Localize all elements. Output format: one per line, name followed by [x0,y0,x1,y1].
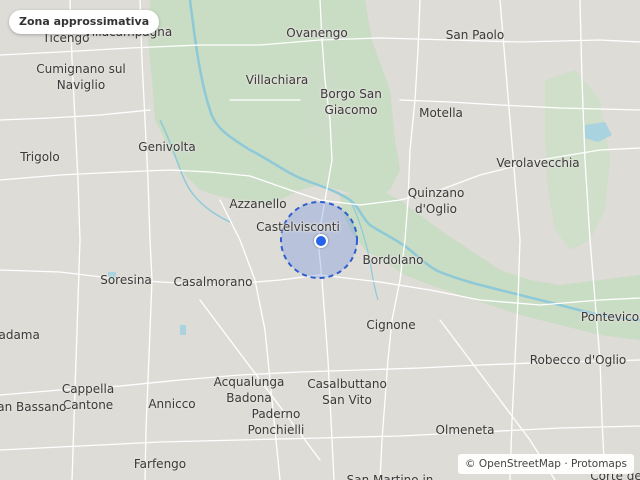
place-label-genivolta: Genivolta [138,140,196,154]
place-label-castelvisconti: Castelvisconti [256,220,340,234]
place-label-san-bassano: San Bassano [0,400,67,414]
place-label-paderno: Paderno Ponchielli [247,407,305,437]
place-label-cappella-cantone: Cappella Cantone [61,382,115,412]
place-label-casalbuttano: Casalbuttano San Vito [307,377,387,407]
lake [180,325,186,335]
map-attribution[interactable]: © OpenStreetMap · Protomaps [458,454,634,474]
location-marker[interactable] [314,234,328,248]
place-label-olmeneta: Olmeneta [435,423,495,437]
place-label-san-martino: San Martino in [346,473,434,480]
place-label-casalmorano: Casalmorano [173,275,253,289]
place-label-cignone: Cignone [366,318,416,332]
place-label-robecco: Robecco d'Oglio [529,353,627,367]
place-label-quinzano: Quinzano d'Oglio [407,186,465,216]
place-label-cumignano: Cumignano sul Naviglio [36,62,126,92]
place-label-pontevico: Pontevico [580,310,640,324]
place-label-azzanello: Azzanello [229,197,287,211]
place-label-ovanengo: Ovanengo [286,26,348,40]
place-label-bordolano: Bordolano [362,253,424,267]
map-view[interactable]: Ticengo Villacampagna Ovanengo San Paolo… [0,0,640,480]
place-label-verolavecchia: Verolavecchia [496,156,580,170]
place-label-farfengo: Farfengo [133,457,187,471]
place-label-soresina: Soresina [100,273,152,287]
place-label-acqualunga: Acqualunga Badona [213,375,285,405]
place-label-motella: Motella [419,106,463,120]
place-label-villachiara: Villachiara [245,73,309,87]
place-label-madama: Madama [0,328,40,342]
approximate-zone-badge: Zona approssimativa [9,10,160,34]
place-label-san-paolo: San Paolo [445,28,505,42]
place-label-annicco: Annicco [148,397,196,411]
place-label-borgo-san-giacomo: Borgo San Giacomo [320,87,382,117]
place-label-trigolo: Trigolo [20,150,60,164]
